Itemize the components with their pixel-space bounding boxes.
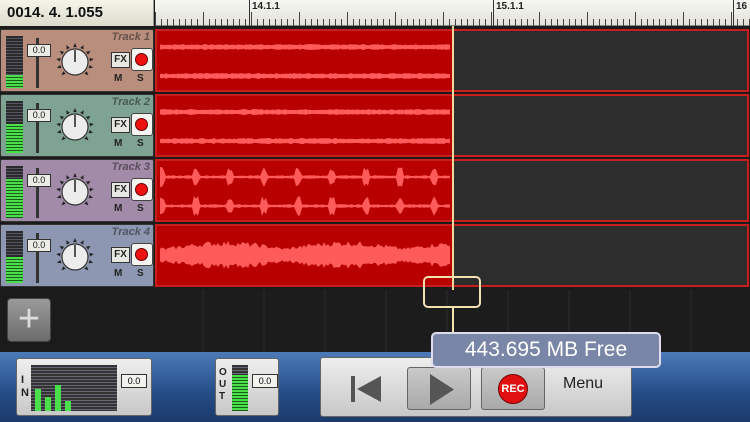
free-space-indicator: 443.695 MB Free (431, 332, 661, 368)
timeline-ruler[interactable]: 14.1.1 15.1.1 16 (155, 0, 750, 26)
audio-clip[interactable] (157, 226, 454, 285)
solo-button[interactable]: S (137, 203, 144, 214)
track-name: Track 3 (111, 161, 150, 173)
output-label: OUT (219, 367, 227, 402)
arm-record-button[interactable] (131, 243, 153, 266)
playhead-stem (452, 308, 454, 332)
output-volume-readout[interactable]: 0.0 (252, 374, 278, 388)
input-label: IN (21, 374, 29, 399)
play-icon (430, 374, 454, 405)
fx-button[interactable]: FX (111, 182, 130, 198)
waveform (160, 241, 450, 269)
track-volume-readout[interactable]: 0.0 (27, 44, 51, 57)
input-volume-readout[interactable]: 0.0 (121, 374, 147, 388)
fx-button[interactable]: FX (111, 247, 130, 263)
track-strip-2: 0.0 Track 2 FX M S (0, 94, 154, 157)
playhead-line[interactable] (452, 26, 454, 290)
audio-clip[interactable] (157, 31, 454, 90)
waveform (160, 167, 450, 216)
solo-button[interactable]: S (137, 73, 144, 84)
position-counter[interactable]: 0014. 4. 1.055 (0, 0, 154, 26)
rewind-button[interactable] (337, 367, 401, 410)
mute-button[interactable]: M (114, 73, 122, 84)
track-volume-readout[interactable]: 0.0 (27, 239, 51, 252)
solo-button[interactable]: S (137, 268, 144, 279)
record-icon: REC (498, 374, 528, 404)
add-track-button[interactable]: + (7, 298, 51, 342)
output-level-meter (232, 365, 248, 411)
track-level-meter (6, 101, 23, 153)
rewind-to-start-icon (351, 376, 381, 402)
track-strip-4: 0.0 Track 4 FX M S (0, 224, 154, 287)
mute-button[interactable]: M (114, 203, 122, 214)
audio-clip[interactable] (157, 96, 454, 155)
record-dot-icon (135, 248, 148, 261)
fx-button[interactable]: FX (111, 117, 130, 133)
waveform (160, 44, 450, 79)
mute-button[interactable]: M (114, 268, 122, 279)
mute-button[interactable]: M (114, 138, 122, 149)
track-level-meter (6, 166, 23, 218)
track-volume-readout[interactable]: 0.0 (27, 174, 51, 187)
track-level-meter (6, 231, 23, 283)
track-strip-3: 0.0 Track 3 FX M S (0, 159, 154, 222)
track-volume-readout[interactable]: 0.0 (27, 109, 51, 122)
record-button[interactable]: REC (481, 367, 545, 410)
track-name: Track 4 (111, 226, 150, 238)
ruler-marker-16: 16 (736, 1, 748, 12)
record-dot-icon (135, 53, 148, 66)
input-monitor-panel[interactable]: IN 0.0 (16, 358, 152, 416)
track-name: Track 1 (111, 31, 150, 43)
playhead-handle[interactable] (423, 276, 481, 308)
fx-button[interactable]: FX (111, 52, 130, 68)
record-dot-icon (135, 183, 148, 196)
solo-button[interactable]: S (137, 138, 144, 149)
pan-knob[interactable] (53, 105, 97, 149)
waveform (160, 109, 450, 144)
ruler-marker-14: 14.1.1 (252, 1, 280, 12)
ruler-ticks (155, 0, 750, 26)
audio-clip[interactable] (157, 161, 454, 220)
menu-button[interactable]: Menu (563, 375, 603, 393)
pan-knob[interactable] (53, 40, 97, 84)
arm-record-button[interactable] (131, 48, 153, 71)
arm-record-button[interactable] (131, 113, 153, 136)
ruler-marker-15: 15.1.1 (496, 1, 524, 12)
play-button[interactable] (407, 367, 471, 410)
pan-knob[interactable] (53, 235, 97, 279)
record-dot-icon (135, 118, 148, 131)
input-level-meter (31, 365, 117, 411)
plus-icon: + (17, 298, 41, 340)
track-strip-1: 0.0 Track 1 FX M S (0, 29, 154, 92)
pan-knob[interactable] (53, 170, 97, 214)
output-monitor-panel[interactable]: OUT 0.0 (215, 358, 279, 416)
track-level-meter (6, 36, 23, 88)
arm-record-button[interactable] (131, 178, 153, 201)
track-name: Track 2 (111, 96, 150, 108)
